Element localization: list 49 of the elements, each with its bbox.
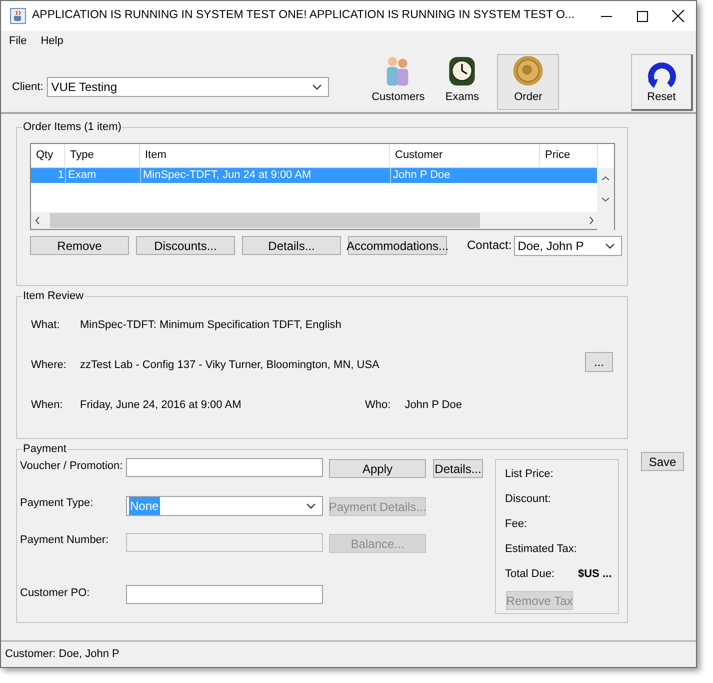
table-cell-text: 1: [56, 168, 65, 183]
summary-label: Estimated Tax:: [505, 542, 578, 557]
reset-button[interactable]: Reset: [631, 54, 693, 111]
toolbar-button[interactable]: Exams: [434, 54, 490, 110]
action-button[interactable]: Accommodations...: [348, 236, 447, 255]
field-label: Customer PO:: [20, 586, 90, 601]
column-header[interactable]: Item: [140, 144, 390, 167]
browse-button[interactable]: ...: [585, 352, 613, 372]
client-dropdown[interactable]: VUE Testing: [47, 77, 330, 97]
summary-value: $US ...: [578, 567, 612, 582]
field-value: MinSpec-TDFT: Minimum Specification TDFT, English: [80, 318, 342, 333]
field-value: Friday, June 24, 2016 at 9:00 AM: [80, 398, 242, 413]
column-header[interactable]: Qty: [31, 144, 65, 167]
window-title: APPLICATION IS RUNNING IN SYSTEM TEST ONE! APPLICATION IS RUNNING IN SYSTEM TEST O...: [32, 8, 575, 24]
field-label: Who:: [365, 398, 391, 413]
field-label: Payment Type:: [20, 496, 94, 511]
summary-label: Total Due:: [505, 567, 556, 582]
field-label: Voucher / Promotion:: [20, 459, 123, 474]
action-button[interactable]: Remove: [30, 236, 129, 255]
save-button[interactable]: Save: [641, 452, 684, 471]
toolbar-button[interactable]: Customers: [366, 54, 430, 110]
field-label: What:: [31, 318, 61, 333]
column-header[interactable]: Type: [65, 144, 140, 167]
summary-label: Fee:: [505, 517, 528, 532]
status-text: Customer: Doe, John P: [5, 647, 120, 662]
action-button[interactable]: Details...: [242, 236, 341, 255]
table-cell: Exam: [65, 168, 140, 183]
details-button[interactable]: Details...: [433, 459, 483, 478]
client-label: Client:: [12, 80, 44, 95]
summary-label: List Price:: [505, 467, 554, 482]
table-cell: John P Doe: [390, 168, 540, 183]
contact-dropdown[interactable]: Doe, John P: [514, 236, 622, 256]
apply-button[interactable]: Apply: [329, 459, 426, 478]
field-value: zzTest Lab - Config 137 - Viky Turner, Bloomington, MN, USA: [80, 358, 380, 373]
table-cell: MinSpec-TDFT, Jun 24 at 9:00 AM: [140, 168, 390, 183]
action-button[interactable]: Discounts...: [136, 236, 235, 255]
contact-label: Contact:: [467, 237, 512, 254]
field-label: Payment Number:: [20, 533, 109, 548]
toolbar-button[interactable]: Order: [497, 54, 560, 110]
field-label: When:: [31, 398, 64, 413]
field-value: John P Doe: [404, 398, 462, 413]
group-title: Payment: [22, 442, 68, 456]
column-header[interactable]: Price: [540, 144, 598, 167]
menu-item[interactable]: Help: [40, 32, 64, 50]
menu-item[interactable]: File: [9, 32, 27, 50]
column-header[interactable]: Customer: [390, 144, 540, 167]
field-label: Where:: [31, 358, 68, 373]
summary-label: Discount:: [505, 492, 552, 507]
group-title: Order Items (1 item): [22, 120, 122, 134]
